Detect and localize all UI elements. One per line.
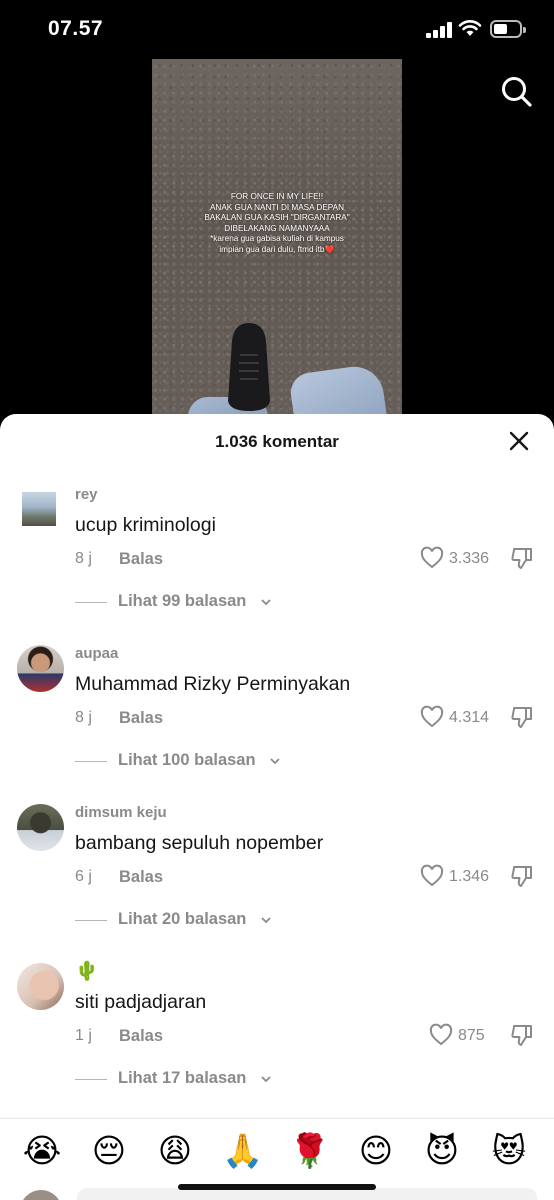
comment-username[interactable]: 🌵 <box>75 959 99 982</box>
avatar[interactable] <box>17 963 64 1010</box>
like-count: 4.314 <box>449 709 490 726</box>
comment-item: 🌵 siti padjadjaran 1 j Balas 875 Lihat 1… <box>0 960 554 1113</box>
comment-time: 8 j <box>75 550 92 567</box>
comment-username[interactable]: rey <box>75 486 98 503</box>
comment-text: ucup kriminologi <box>75 514 216 536</box>
caption-line: impian gua dari dulu, ftmd itb❤️ <box>219 244 335 254</box>
comment-time: 8 j <box>75 709 92 726</box>
comment-text: siti padjadjaran <box>75 991 207 1013</box>
chevron-down-icon <box>261 917 271 924</box>
heart-icon[interactable] <box>420 546 444 570</box>
reply-button[interactable]: Balas <box>119 709 163 728</box>
dislike-icon[interactable] <box>510 1023 534 1047</box>
comment-count-title: 1.036 komentar <box>215 432 339 451</box>
reply-button[interactable]: Balas <box>119 1027 163 1046</box>
caption-line: ANAK GUA NANTI DI MASA DEPAN <box>209 202 345 212</box>
reply-button[interactable]: Balas <box>119 550 163 569</box>
comment-item: aupaa Muhammad Rizky Perminyakan 8 j Bal… <box>0 645 554 795</box>
dislike-icon[interactable] <box>510 705 534 729</box>
status-time: 07.57 <box>48 17 104 40</box>
comment-sheet: 1.036 komentar rey ucup kriminologi 8 j … <box>0 414 554 1200</box>
wifi-icon <box>458 20 482 36</box>
view-replies-label: Lihat 17 balasan <box>118 1069 247 1087</box>
chevron-down-icon <box>261 1076 271 1083</box>
dislike-icon[interactable] <box>510 546 534 570</box>
signal-icon <box>426 22 452 38</box>
avatar[interactable] <box>17 645 64 692</box>
comment-item: rey ucup kriminologi 8 j Balas 3.336 Lih… <box>0 486 554 636</box>
comment-time: 6 j <box>75 868 92 885</box>
emoji-loudly-crying-button[interactable]: 😭 <box>22 1131 62 1171</box>
heart-icon[interactable] <box>420 864 444 888</box>
caption-line: FOR ONCE IN MY LIFE!! <box>230 192 324 201</box>
emoji-pensive-button[interactable]: 😔 <box>89 1131 129 1171</box>
heart-icon[interactable] <box>429 1023 453 1047</box>
comment-text: bambang sepuluh nopember <box>75 832 324 854</box>
video-shoe <box>228 323 270 411</box>
comment-username[interactable]: dimsum keju <box>75 804 167 821</box>
comment-username[interactable]: aupaa <box>75 645 118 662</box>
caption-line: DIBELAKANG NAMANYAAA <box>224 223 330 233</box>
reply-button[interactable]: Balas <box>119 868 163 887</box>
chevron-down-icon <box>270 758 280 765</box>
emoji-weary-button[interactable]: 😩 <box>155 1131 195 1171</box>
battery-icon <box>490 20 526 38</box>
video-jeans-2 <box>288 362 388 419</box>
video-caption: FOR ONCE IN MY LIFE!! ANAK GUA NANTI DI … <box>152 192 402 256</box>
caption-line: BAKALAN GUA KASIH "DIRGANTARA" <box>204 213 350 223</box>
view-replies-label: Lihat 100 balasan <box>118 751 256 769</box>
chevron-down-icon <box>261 599 271 606</box>
home-indicator[interactable] <box>178 1184 376 1190</box>
comment-text: Muhammad Rizky Perminyakan <box>75 673 351 695</box>
avatar[interactable] <box>22 492 56 526</box>
avatar[interactable] <box>17 804 64 851</box>
emoji-heart-eyes-cat-button[interactable]: 😻 <box>489 1131 529 1171</box>
heart-icon[interactable] <box>420 705 444 729</box>
emoji-smiling-devil-button[interactable]: 😈 <box>422 1131 462 1171</box>
dislike-icon[interactable] <box>510 864 534 888</box>
comment-item: dimsum keju bambang sepuluh nopember 6 j… <box>0 804 554 954</box>
view-replies-label: Lihat 99 balasan <box>118 592 247 610</box>
close-icon[interactable] <box>508 430 530 452</box>
comment-time: 1 j <box>75 1027 92 1044</box>
view-replies-label: Lihat 20 balasan <box>118 910 247 928</box>
like-count: 1.346 <box>449 868 490 885</box>
emoji-folded-hands-button[interactable]: 🙏 <box>222 1131 263 1171</box>
status-bar: 07.57 <box>0 0 554 60</box>
caption-line: *karena gua gabisa kuliah di kampus <box>210 234 344 244</box>
emoji-smiling-button[interactable]: 😊 <box>356 1131 396 1171</box>
emoji-rose-button[interactable]: 🌹 <box>289 1131 330 1171</box>
search-button[interactable] <box>498 73 534 109</box>
like-count: 875 <box>458 1027 485 1044</box>
video-player[interactable]: FOR ONCE IN MY LIFE!! ANAK GUA NANTI DI … <box>152 59 402 419</box>
like-count: 3.336 <box>449 550 490 567</box>
